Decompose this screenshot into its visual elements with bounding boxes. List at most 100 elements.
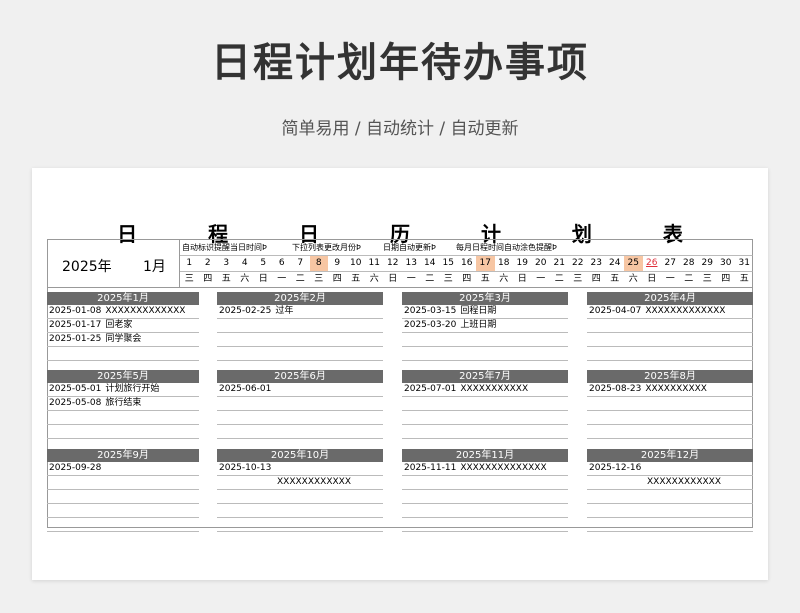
schedule-entry[interactable] bbox=[587, 333, 753, 347]
schedule-entry[interactable] bbox=[47, 518, 199, 532]
schedule-entry[interactable] bbox=[587, 397, 753, 411]
schedule-entry[interactable]: 2025-08-23 XXXXXXXXXX bbox=[587, 383, 753, 397]
schedule-entry[interactable]: 2025-06-01 bbox=[217, 383, 383, 397]
note-auto-color: 每月日程时间自动涂色提醒Þ bbox=[456, 243, 557, 252]
schedule-entry[interactable]: 2025-04-07 XXXXXXXXXXXXX bbox=[587, 305, 753, 319]
year-label: 2025年 bbox=[62, 259, 112, 275]
schedule-entry[interactable] bbox=[587, 319, 753, 333]
weekday-cell: 三 bbox=[573, 274, 583, 284]
schedule-entry[interactable] bbox=[402, 333, 568, 347]
day-cell: 28 bbox=[683, 258, 695, 268]
entry-date: 2025-04-07 bbox=[589, 306, 642, 316]
schedule-entry[interactable] bbox=[587, 504, 753, 518]
day-cell: 22 bbox=[572, 258, 584, 268]
day-cell: 16 bbox=[461, 258, 473, 268]
day-cell: 12 bbox=[387, 258, 399, 268]
schedule-entry[interactable] bbox=[47, 504, 199, 518]
day-cell: 3 bbox=[223, 258, 230, 268]
month-header: 2025年11月 bbox=[402, 449, 568, 462]
schedule-entry[interactable] bbox=[217, 425, 383, 439]
schedule-entry[interactable]: 2025-03-20 上班日期 bbox=[402, 319, 568, 333]
month-block: 2025年7月 2025-07-01 XXXXXXXXXXX bbox=[402, 370, 568, 453]
weekday-cell: 日 bbox=[388, 274, 398, 284]
entry-text: 回老家 bbox=[105, 320, 133, 330]
schedule-entry[interactable] bbox=[217, 333, 383, 347]
day-cell: 25 bbox=[624, 256, 643, 271]
schedule-entry[interactable] bbox=[587, 490, 753, 504]
weekday-cell: 五 bbox=[221, 274, 231, 284]
schedule-entry[interactable] bbox=[217, 411, 383, 425]
day-cell: 1 bbox=[186, 258, 193, 268]
month-dropdown[interactable]: 1月 bbox=[143, 256, 166, 276]
entry-date: 2025-03-15 bbox=[404, 306, 457, 316]
day-cell: 9 bbox=[334, 258, 341, 268]
month-header: 2025年2月 bbox=[217, 292, 383, 305]
schedule-entry[interactable]: 2025-05-01 计划旅行开始 bbox=[47, 383, 199, 397]
schedule-entry[interactable]: 2025-03-15 回程日期 bbox=[402, 305, 568, 319]
schedule-entry[interactable] bbox=[217, 347, 383, 361]
month-header: 2025年1月 bbox=[47, 292, 199, 305]
schedule-entry[interactable] bbox=[217, 504, 383, 518]
entry-date: 2025-06-01 bbox=[219, 384, 272, 394]
entry-text: 同学聚会 bbox=[105, 334, 142, 344]
schedule-entry[interactable]: 2025-01-17 回老家 bbox=[47, 319, 199, 333]
schedule-entry[interactable] bbox=[217, 397, 383, 411]
schedule-entry[interactable] bbox=[47, 490, 199, 504]
schedule-entry[interactable] bbox=[47, 411, 199, 425]
weekday-cell: 四 bbox=[591, 274, 601, 284]
schedule-entry[interactable]: 2025-05-08 旅行结束 bbox=[47, 397, 199, 411]
weekday-cell: 六 bbox=[628, 274, 638, 284]
day-cell: 20 bbox=[535, 258, 547, 268]
month-header: 2025年5月 bbox=[47, 370, 199, 383]
schedule-entry[interactable] bbox=[402, 411, 568, 425]
month-header: 2025年4月 bbox=[587, 292, 753, 305]
schedule-entry[interactable] bbox=[217, 319, 383, 333]
entry-text: 旅行结束 bbox=[105, 398, 142, 408]
day-cell: 10 bbox=[350, 258, 362, 268]
day-cell: 27 bbox=[664, 258, 676, 268]
year-month-selector[interactable]: 2025年 1月 bbox=[47, 239, 180, 288]
day-cell: 19 bbox=[516, 258, 528, 268]
weekday-cell: 一 bbox=[536, 274, 546, 284]
schedule-entry[interactable]: 2025-09-28 bbox=[47, 462, 199, 476]
entry-date: 2025-10-13 bbox=[219, 463, 272, 473]
schedule-entry[interactable] bbox=[402, 504, 568, 518]
schedule-entry[interactable]: 2025-01-25 同学聚会 bbox=[47, 333, 199, 347]
schedule-entry[interactable] bbox=[47, 476, 199, 490]
entry-text: XXXXXXXXXXXXXX bbox=[460, 463, 547, 473]
weekday-cell: 六 bbox=[499, 274, 509, 284]
schedule-entry[interactable] bbox=[402, 476, 568, 490]
schedule-entry[interactable] bbox=[402, 490, 568, 504]
schedule-entry[interactable]: 2025-07-01 XXXXXXXXXXX bbox=[402, 383, 568, 397]
day-cell: 24 bbox=[609, 258, 621, 268]
month-header: 2025年7月 bbox=[402, 370, 568, 383]
day-cell: 17 bbox=[476, 256, 495, 271]
month-header: 2025年6月 bbox=[217, 370, 383, 383]
entry-text: XXXXXXXXXXXXX bbox=[645, 306, 726, 316]
schedule-entry[interactable] bbox=[402, 518, 568, 532]
schedule-entry[interactable] bbox=[587, 411, 753, 425]
schedule-entry[interactable] bbox=[402, 397, 568, 411]
schedule-entry[interactable] bbox=[47, 425, 199, 439]
schedule-entry[interactable] bbox=[402, 347, 568, 361]
schedule-entry[interactable]: 2025-10-13 bbox=[217, 462, 383, 476]
entry-text: 上班日期 bbox=[460, 320, 497, 330]
schedule-entry[interactable]: 2025-11-11 XXXXXXXXXXXXXX bbox=[402, 462, 568, 476]
weekday-cell: 二 bbox=[295, 274, 305, 284]
entry-text: XXXXXXXXXXXX bbox=[277, 477, 351, 487]
schedule-entry[interactable] bbox=[47, 347, 199, 361]
schedule-entry[interactable]: 2025-01-08 XXXXXXXXXXXXX bbox=[47, 305, 199, 319]
schedule-entry[interactable] bbox=[587, 518, 753, 532]
schedule-entry[interactable] bbox=[217, 490, 383, 504]
schedule-entry[interactable]: XXXXXXXXXXXX bbox=[587, 476, 753, 490]
entry-date: 2025-03-20 bbox=[404, 320, 457, 330]
schedule-entry[interactable]: XXXXXXXXXXXX bbox=[217, 476, 383, 490]
schedule-entry[interactable]: 2025-02-25 过年 bbox=[217, 305, 383, 319]
day-cell: 30 bbox=[720, 258, 732, 268]
schedule-entry[interactable] bbox=[217, 518, 383, 532]
schedule-entry[interactable] bbox=[402, 425, 568, 439]
schedule-entry[interactable] bbox=[587, 425, 753, 439]
month-block: 2025年3月 2025-03-15 回程日期 2025-03-20 上班日期 bbox=[402, 292, 568, 375]
schedule-entry[interactable] bbox=[587, 347, 753, 361]
schedule-entry[interactable]: 2025-12-16 bbox=[587, 462, 753, 476]
